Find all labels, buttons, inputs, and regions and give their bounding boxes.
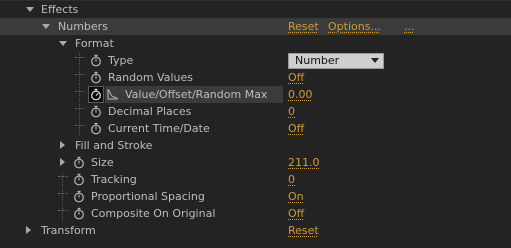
stopwatch-icon[interactable]	[72, 189, 86, 204]
tree-connector	[73, 53, 87, 68]
random-values-label: Random Values	[108, 71, 193, 84]
proportional-spacing-label: Proportional Spacing	[91, 190, 205, 203]
decimal-places-value[interactable]: 0	[288, 104, 295, 119]
transform-label: Transform	[41, 224, 96, 237]
twirl-down-icon[interactable]	[59, 41, 67, 46]
decimal-places-label: Decimal Places	[108, 105, 192, 118]
chevron-down-icon	[371, 58, 379, 63]
proportional-spacing-property-row: Proportional Spacing On	[0, 188, 511, 205]
numbers-about-link[interactable]: ...	[404, 19, 415, 34]
type-dropdown-value: Number	[295, 54, 340, 67]
graph-icon[interactable]	[107, 88, 119, 100]
tree-connector	[73, 121, 87, 136]
effect-controls-panel: Effects Numbers Reset Options... ... For…	[0, 0, 511, 248]
tree-connector	[56, 206, 70, 221]
type-property-row: Type Number	[0, 52, 511, 69]
composite-on-original-property-row: Composite On Original Off	[0, 205, 511, 222]
stopwatch-icon[interactable]	[89, 53, 103, 68]
random-values-value[interactable]: Off	[288, 70, 304, 85]
numbers-effect-row[interactable]: Numbers Reset Options... ...	[0, 18, 511, 35]
transform-group-row[interactable]: Transform Reset	[0, 222, 511, 239]
transform-reset-link[interactable]: Reset	[288, 223, 319, 238]
twirl-right-icon[interactable]	[60, 141, 65, 149]
size-value[interactable]: 211.0	[288, 155, 320, 170]
current-time-label: Current Time/Date	[108, 122, 210, 135]
tracking-property-row: Tracking 0	[0, 171, 511, 188]
stopwatch-icon[interactable]	[89, 121, 103, 136]
stopwatch-icon[interactable]	[88, 86, 104, 103]
effects-label: Effects	[41, 3, 79, 16]
proportional-spacing-value[interactable]: On	[288, 189, 304, 204]
numbers-effect-label: Numbers	[58, 20, 108, 33]
numbers-reset-link[interactable]: Reset	[288, 19, 319, 34]
value-offset-property-row: Value/Offset/Random Max 0.00	[0, 86, 511, 103]
composite-on-original-value[interactable]: Off	[288, 206, 304, 221]
value-offset-value[interactable]: 0.00	[288, 87, 313, 102]
tracking-label: Tracking	[91, 173, 137, 186]
stopwatch-icon[interactable]	[72, 155, 86, 170]
value-offset-label: Value/Offset/Random Max	[125, 88, 268, 101]
twirl-right-icon[interactable]	[26, 226, 31, 234]
twirl-down-icon[interactable]	[42, 24, 50, 29]
tree-connector	[56, 172, 70, 187]
type-dropdown[interactable]: Number	[288, 53, 384, 69]
format-label: Format	[75, 37, 114, 50]
stopwatch-icon[interactable]	[89, 104, 103, 119]
stopwatch-icon[interactable]	[72, 206, 86, 221]
twirl-down-icon[interactable]	[26, 7, 34, 12]
decimal-places-property-row: Decimal Places 0	[0, 103, 511, 120]
type-label: Type	[108, 54, 134, 67]
format-group-row[interactable]: Format	[0, 35, 511, 52]
twirl-right-icon[interactable]	[60, 158, 65, 166]
tree-connector	[73, 87, 87, 102]
stopwatch-icon[interactable]	[89, 70, 103, 85]
numbers-options-link[interactable]: Options...	[328, 19, 381, 34]
random-values-property-row: Random Values Off	[0, 69, 511, 86]
effects-group-row[interactable]: Effects	[0, 1, 511, 18]
tree-connector	[56, 189, 70, 204]
size-property-row: Size 211.0	[0, 154, 511, 171]
tree-connector	[73, 70, 87, 85]
fill-and-stroke-group-row[interactable]: Fill and Stroke	[0, 137, 511, 154]
tree-connector	[73, 104, 87, 119]
stopwatch-icon[interactable]	[72, 172, 86, 187]
fill-and-stroke-label: Fill and Stroke	[75, 139, 153, 152]
composite-on-original-label: Composite On Original	[91, 207, 216, 220]
tracking-value[interactable]: 0	[288, 172, 295, 187]
size-label: Size	[91, 156, 114, 169]
current-time-value[interactable]: Off	[288, 121, 304, 136]
current-time-property-row: Current Time/Date Off	[0, 120, 511, 137]
